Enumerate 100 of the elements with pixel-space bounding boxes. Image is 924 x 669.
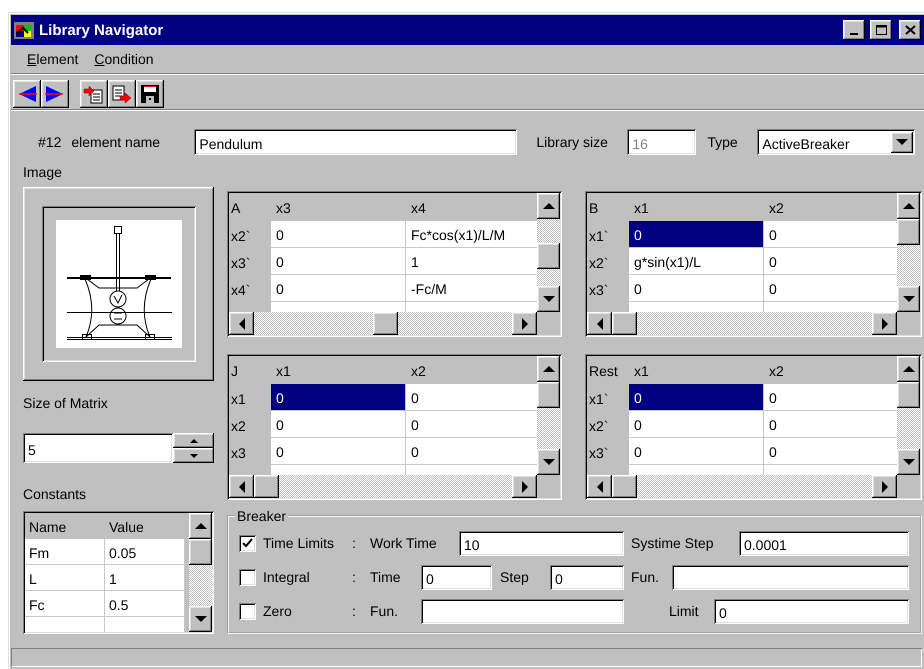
- scroll-left-button[interactable]: [587, 475, 612, 498]
- scroll-up-button[interactable]: [537, 356, 560, 382]
- table-cell[interactable]: L: [25, 565, 105, 591]
- table-cell[interactable]: 0: [629, 384, 764, 411]
- up-arrow-icon: [542, 203, 554, 209]
- scroll-down-button[interactable]: [189, 606, 212, 632]
- table-cell[interactable]: 0: [271, 275, 406, 302]
- column-header: x2: [768, 199, 785, 218]
- down-arrow-icon: [902, 459, 914, 465]
- table-cell[interactable]: 0.05: [105, 539, 185, 565]
- table-cell[interactable]: 0: [629, 438, 764, 465]
- scroll-down-button[interactable]: [537, 449, 560, 475]
- table-cell[interactable]: Fc: [25, 591, 105, 617]
- checkbox[interactable]: [239, 568, 256, 586]
- column-header: Value: [108, 518, 145, 537]
- scroll-thumb[interactable]: [612, 312, 637, 335]
- table-cell[interactable]: 0.5: [105, 591, 185, 617]
- scroll-right-button[interactable]: [512, 312, 537, 335]
- scroll-down-button[interactable]: [537, 286, 560, 312]
- input-field[interactable]: 0: [421, 564, 492, 590]
- row-header: x2`: [588, 416, 610, 436]
- dropdown-button[interactable]: [891, 132, 914, 152]
- back-button[interactable]: [13, 80, 41, 108]
- table-cell[interactable]: 0: [271, 438, 406, 465]
- table-cell[interactable]: 0: [764, 248, 897, 275]
- import-button[interactable]: [80, 80, 108, 108]
- table-cell[interactable]: 0: [406, 384, 537, 411]
- input-field[interactable]: 0: [714, 598, 909, 624]
- table-cell[interactable]: 0: [271, 411, 406, 438]
- table-cell[interactable]: -Fc/M: [406, 275, 537, 302]
- scroll-left-button[interactable]: [587, 312, 612, 335]
- table-cell[interactable]: 0: [629, 275, 764, 302]
- scroll-up-button[interactable]: [537, 193, 560, 219]
- input-field[interactable]: [421, 598, 624, 624]
- scroll-up-button[interactable]: [189, 513, 212, 539]
- column-header: x4: [410, 199, 427, 218]
- down-arrow-icon: [190, 454, 198, 458]
- forward-button[interactable]: [41, 80, 69, 108]
- table-cell[interactable]: 0: [406, 411, 537, 438]
- table-cell[interactable]: 0: [764, 275, 897, 302]
- name-field[interactable]: Pendulum: [194, 129, 518, 155]
- type-dropdown[interactable]: ActiveBreaker: [757, 129, 916, 155]
- scroll-thumb[interactable]: [373, 312, 398, 335]
- input-field[interactable]: 10: [459, 530, 624, 556]
- matrix-size-field[interactable]: 5: [23, 433, 173, 463]
- field-label: Work Time: [370, 535, 438, 551]
- scroll-down-button[interactable]: [897, 449, 920, 475]
- table-cell[interactable]: 0: [764, 411, 897, 438]
- minimize-button[interactable]: [843, 20, 865, 40]
- scroll-right-button[interactable]: [872, 475, 897, 498]
- scroll-right-button[interactable]: [872, 312, 897, 335]
- scroll-thumb[interactable]: [537, 243, 560, 269]
- table-cell[interactable]: Fc*cos(x1)/L/M: [406, 221, 537, 248]
- table-cell[interactable]: 0: [764, 438, 897, 465]
- scroll-up-button[interactable]: [897, 356, 920, 382]
- checkbox-label[interactable]: Time Limits: [263, 535, 352, 551]
- spin-down-button[interactable]: [173, 448, 214, 463]
- scroll-thumb[interactable]: [897, 382, 920, 408]
- maximize-button[interactable]: [870, 20, 892, 40]
- scroll-left-button[interactable]: [229, 312, 254, 335]
- up-arrow-icon: [902, 366, 914, 372]
- table-cell[interactable]: g*sin(x1)/L: [629, 248, 764, 275]
- checkbox-label[interactable]: Zero: [263, 603, 352, 619]
- table-cell[interactable]: 0: [764, 221, 897, 248]
- table-cell[interactable]: 1: [406, 248, 537, 275]
- table-cell[interactable]: 0: [406, 438, 537, 465]
- table-cell[interactable]: 0: [629, 411, 764, 438]
- scroll-right-button[interactable]: [512, 475, 537, 498]
- input-field[interactable]: 0.0001: [739, 530, 909, 556]
- scroll-thumb[interactable]: [189, 539, 212, 565]
- right-arrow-icon: [522, 318, 528, 330]
- save-button[interactable]: [136, 80, 164, 108]
- field-label: Limit: [669, 603, 700, 619]
- field-label: Fun.: [631, 569, 660, 585]
- row-header: x3`: [230, 254, 252, 272]
- scroll-thumb[interactable]: [537, 382, 560, 408]
- scroll-left-button[interactable]: [229, 475, 254, 498]
- left-arrow-icon: [238, 318, 244, 330]
- table-cell[interactable]: 0: [271, 248, 406, 275]
- scroll-down-button[interactable]: [897, 286, 920, 312]
- table-cell[interactable]: 0: [271, 384, 406, 411]
- scroll-up-button[interactable]: [897, 193, 920, 219]
- menu-item[interactable]: Condition: [86, 51, 162, 67]
- checkbox[interactable]: [239, 602, 256, 620]
- close-button[interactable]: [899, 20, 921, 40]
- spin-up-button[interactable]: [173, 433, 214, 448]
- checkbox-label[interactable]: Integral: [263, 569, 352, 585]
- scroll-thumb[interactable]: [254, 475, 279, 498]
- input-field[interactable]: 0: [550, 564, 624, 590]
- scroll-thumb[interactable]: [612, 475, 637, 498]
- table-cell[interactable]: 0: [764, 384, 897, 411]
- input-field[interactable]: [672, 564, 909, 590]
- scroll-thumb[interactable]: [897, 219, 920, 245]
- menu-item[interactable]: Element: [19, 51, 86, 67]
- table-cell[interactable]: 0: [271, 221, 406, 248]
- table-cell[interactable]: 1: [105, 565, 185, 591]
- export-button[interactable]: [108, 80, 136, 108]
- table-cell[interactable]: Fm: [25, 539, 105, 565]
- table-cell[interactable]: 0: [629, 221, 764, 248]
- checkbox[interactable]: [239, 534, 256, 552]
